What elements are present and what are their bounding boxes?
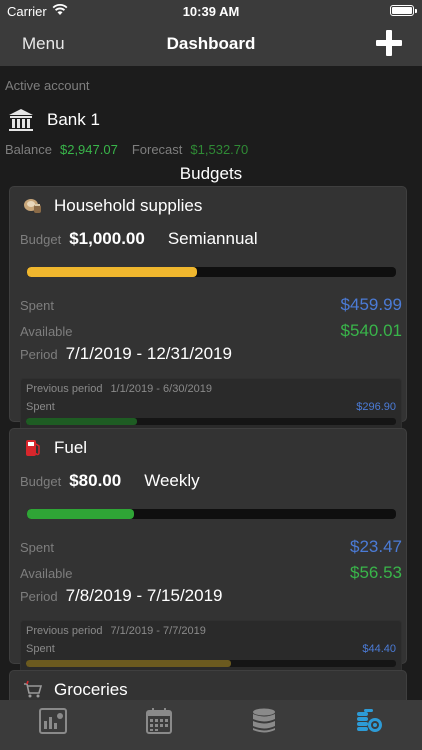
previous-progress-bar: [26, 660, 396, 667]
balance-value: $2,947.07: [59, 142, 118, 157]
spent-label: Spent: [20, 297, 54, 313]
report-chart-icon[interactable]: [39, 708, 67, 734]
previous-period-panel: Previous period 1/1/2019 - 6/30/2019 Spe…: [20, 378, 402, 432]
budget-amount: $80.00: [69, 471, 122, 490]
spent-row: Spent $459.99: [10, 292, 406, 318]
period-value: 7/1/2019 - 12/31/2019: [65, 344, 232, 363]
budget-name: Household supplies: [54, 196, 203, 215]
available-value: $56.53: [350, 563, 402, 582]
previous-spent-value: $296.90: [356, 401, 396, 413]
previous-period-label: Previous period: [26, 383, 103, 395]
budget-amount-row: Budget $80.00 Weekly: [10, 471, 406, 495]
household-supplies-icon: [24, 199, 41, 213]
tab-bar: [0, 700, 422, 750]
clock: 10:39 AM: [182, 4, 240, 19]
budget-progress-fill: [27, 509, 134, 519]
available-row: Available $540.01: [10, 318, 406, 344]
budget-frequency: Semiannual: [167, 229, 258, 248]
previous-period-range: 1/1/2019 - 6/30/2019: [110, 383, 212, 395]
budget-frequency: Weekly: [144, 471, 200, 490]
previous-progress-bar: [26, 418, 396, 425]
previous-spent-label: Spent: [26, 643, 55, 655]
shopping-cart-icon: [24, 680, 43, 698]
page-title: Dashboard: [166, 34, 256, 53]
budget-card[interactable]: Fuel Budget $80.00 Weekly Spent $23.47 A…: [9, 428, 407, 674]
period-value: 7/8/2019 - 7/15/2019: [65, 586, 223, 605]
budget-card[interactable]: Household supplies Budget $1,000.00 Semi…: [9, 186, 407, 432]
previous-progress-fill: [26, 418, 137, 425]
account-selector[interactable]: Bank 1: [5, 101, 417, 139]
active-account-label: Active account: [5, 78, 90, 93]
battery-icon: [390, 5, 414, 16]
budget-amount-row: Budget $1,000.00 Semiannual: [10, 229, 406, 253]
available-label: Available: [20, 323, 73, 339]
balance-row: Balance $2,947.07 Forecast $1,532.70: [5, 142, 417, 157]
previous-period-label: Previous period: [26, 625, 103, 637]
forecast-label: Forecast: [131, 142, 183, 157]
previous-period-range: 7/1/2019 - 7/7/2019: [110, 625, 206, 637]
spent-value: $459.99: [340, 295, 402, 314]
previous-spent-label: Spent: [26, 401, 55, 413]
database-icon[interactable]: [250, 708, 278, 734]
period-label: Period: [20, 347, 58, 362]
budget-name: Fuel: [54, 438, 88, 457]
active-account-panel: Active account Bank 1 Balance $2,947.07 …: [0, 66, 422, 157]
balance-label: Balance: [5, 142, 52, 157]
bank-icon: [9, 109, 33, 131]
coins-icon[interactable]: [355, 708, 383, 734]
period-label: Period: [20, 589, 58, 604]
previous-progress-fill: [26, 660, 232, 667]
budget-progress-bar: [27, 509, 396, 519]
navigation-bar: Menu Dashboard: [0, 22, 422, 66]
budget-header: Household supplies: [10, 191, 406, 221]
spent-label: Spent: [20, 539, 54, 555]
add-icon[interactable]: [376, 30, 402, 56]
budget-amount: $1,000.00: [69, 229, 145, 248]
budget-header: Fuel: [10, 433, 406, 463]
fuel-pump-icon: [26, 440, 40, 456]
budgets-section-title: Budgets: [179, 164, 243, 183]
available-row: Available $56.53: [10, 560, 406, 586]
budget-label: Budget: [20, 474, 62, 489]
spent-row: Spent $23.47: [10, 534, 406, 560]
budget-name: Groceries: [54, 680, 128, 699]
spent-value: $23.47: [350, 537, 402, 556]
period-row: Period 7/8/2019 - 7/15/2019: [10, 586, 406, 612]
forecast-value: $1,532.70: [190, 142, 249, 157]
battery-tip: [415, 9, 417, 13]
previous-spent-value: $44.40: [362, 643, 396, 655]
previous-period-panel: Previous period 7/1/2019 - 7/7/2019 Spen…: [20, 620, 402, 674]
available-value: $540.01: [340, 321, 402, 340]
bank-name: Bank 1: [47, 110, 100, 129]
available-label: Available: [20, 565, 73, 581]
period-row: Period 7/1/2019 - 12/31/2019: [10, 344, 406, 370]
budget-progress-fill: [27, 267, 197, 277]
calendar-icon[interactable]: [145, 708, 173, 734]
budget-label: Budget: [20, 232, 62, 247]
budget-progress-bar: [27, 267, 396, 277]
status-bar: Carrier 10:39 AM: [0, 0, 422, 22]
